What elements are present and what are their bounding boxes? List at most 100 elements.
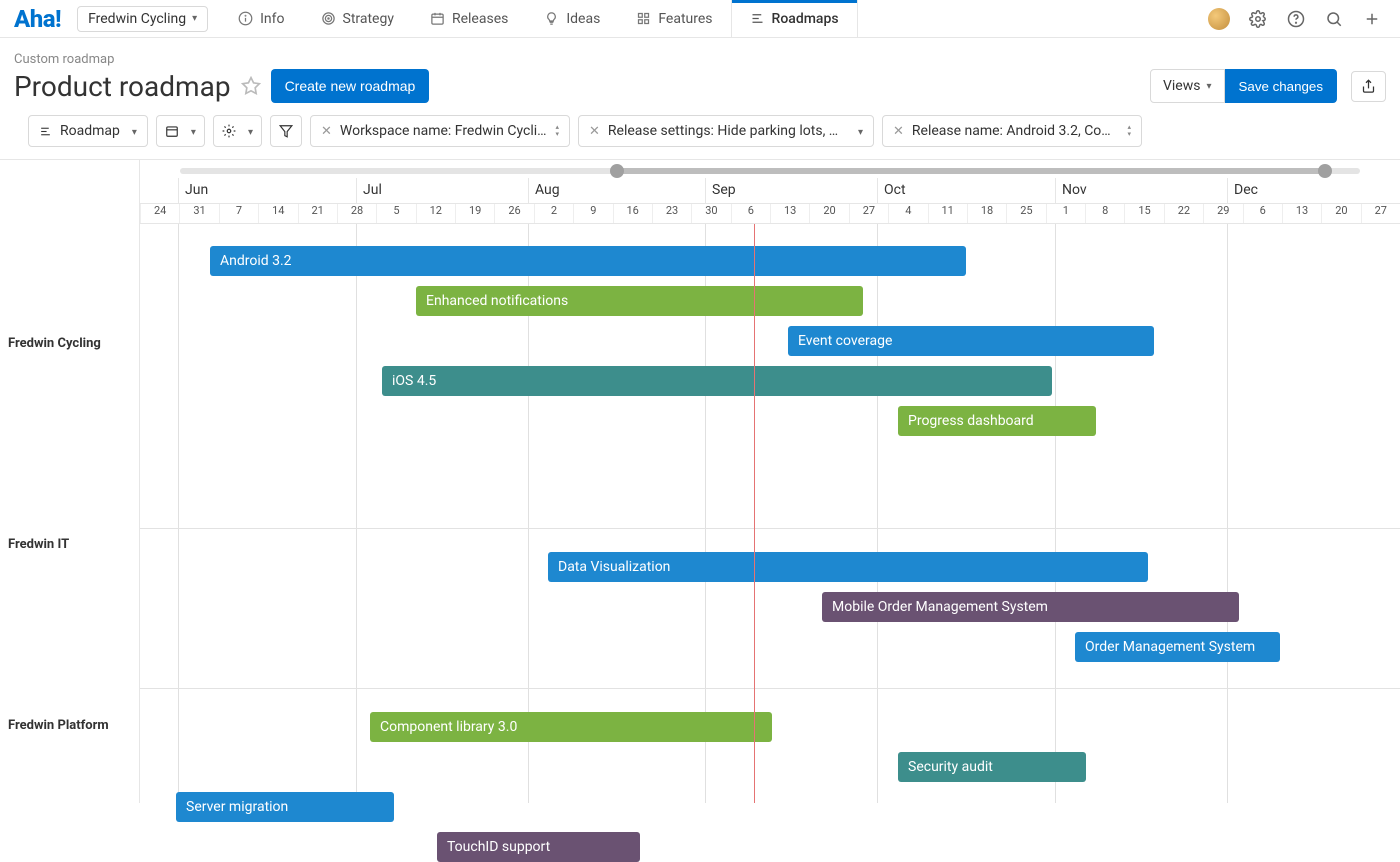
- date-range-slider[interactable]: [180, 168, 1360, 174]
- day-label: 15: [1124, 204, 1163, 223]
- top-nav: Aha! Fredwin Cycling ▾ Info Strategy Rel…: [0, 0, 1400, 38]
- lightbulb-icon: [544, 11, 559, 26]
- tab-releases[interactable]: Releases: [412, 0, 526, 37]
- filter-icon: [279, 124, 293, 138]
- nav-right: [1208, 8, 1400, 30]
- day-label: 13: [770, 204, 809, 223]
- month-label: Jun: [178, 178, 356, 203]
- tab-ideas[interactable]: Ideas: [526, 0, 618, 37]
- filter-release-settings[interactable]: ✕ Release settings: Hide parking lots, H…: [578, 115, 874, 147]
- gantt-bar[interactable]: Component library 3.0: [370, 712, 772, 742]
- gantt-bar[interactable]: Enhanced notifications: [416, 286, 863, 316]
- gantt-bar[interactable]: Data Visualization: [548, 552, 1148, 582]
- day-label: 28: [337, 204, 376, 223]
- month-label: Dec: [1227, 178, 1400, 203]
- gantt-bar[interactable]: Order Management System: [1075, 632, 1280, 662]
- aha-logo: Aha!: [0, 5, 77, 33]
- day-label: 6: [1243, 204, 1282, 223]
- chevron-down-icon: [854, 123, 863, 139]
- gantt-bar[interactable]: iOS 4.5: [382, 366, 1052, 396]
- filter-workspace[interactable]: ✕ Workspace name: Fredwin Cycling, Fr… ▴…: [310, 115, 570, 147]
- roadmap-icon: [750, 11, 765, 26]
- gantt-bar[interactable]: Server migration: [176, 792, 394, 822]
- range-handle-end[interactable]: [1318, 164, 1332, 178]
- day-label: 30: [691, 204, 730, 223]
- views-label: Views: [1163, 78, 1201, 94]
- month-label: Jul: [356, 178, 528, 203]
- star-icon[interactable]: [241, 76, 261, 96]
- day-label: 22: [1164, 204, 1203, 223]
- month-label: Aug: [528, 178, 705, 203]
- range-handle-start[interactable]: [610, 164, 624, 178]
- date-range-button[interactable]: [156, 115, 205, 147]
- today-indicator: [754, 224, 755, 803]
- nav-tabs: Info Strategy Releases Ideas Features: [220, 0, 857, 37]
- filter-row: Roadmap ✕ Workspace name: Fredwin Cyclin…: [14, 103, 1386, 159]
- views-dropdown[interactable]: Views ▾: [1150, 69, 1225, 103]
- group-label: Fredwin Platform: [8, 718, 132, 733]
- share-button[interactable]: [1351, 71, 1386, 102]
- page-title: Product roadmap: [14, 70, 231, 103]
- months-row: JunJulAugSepOctNovDec: [140, 178, 1400, 204]
- roadmap-dropdown[interactable]: Roadmap: [28, 115, 148, 147]
- roadmap-label: Roadmap: [60, 123, 120, 139]
- breadcrumb: Custom roadmap: [14, 52, 1386, 67]
- timeline: Fredwin CyclingFredwin ITFredwin Platfor…: [0, 159, 1400, 803]
- chevron-down-icon: [244, 123, 253, 139]
- day-label: 11: [928, 204, 967, 223]
- day-label: 20: [809, 204, 848, 223]
- plus-icon[interactable]: [1362, 9, 1382, 29]
- calendar-icon: [165, 124, 179, 138]
- gantt-bar[interactable]: TouchID support: [437, 832, 640, 862]
- filter-label: Workspace name: Fredwin Cycling, Fr…: [340, 123, 548, 139]
- day-label: 20: [1321, 204, 1360, 223]
- gantt-bar[interactable]: Mobile Order Management System: [822, 592, 1239, 622]
- filter-button[interactable]: [270, 115, 302, 147]
- help-icon[interactable]: [1286, 9, 1306, 29]
- tab-roadmaps[interactable]: Roadmaps: [731, 0, 858, 37]
- chevron-down-icon: ▾: [1206, 81, 1211, 92]
- day-label: 26: [494, 204, 533, 223]
- day-label: 14: [258, 204, 297, 223]
- day-label: 6: [731, 204, 770, 223]
- gantt-bar[interactable]: Android 3.2: [210, 246, 966, 276]
- day-label: 16: [613, 204, 652, 223]
- month-label: Nov: [1055, 178, 1227, 203]
- tab-label: Features: [658, 11, 712, 27]
- tab-features[interactable]: Features: [618, 0, 730, 37]
- gear-icon: [222, 124, 236, 138]
- header-actions: Views ▾ Save changes: [1150, 69, 1386, 103]
- day-label: 25: [1006, 204, 1045, 223]
- day-label: 31: [179, 204, 218, 223]
- tab-label: Ideas: [566, 11, 600, 27]
- day-label: 21: [298, 204, 337, 223]
- day-label: 9: [573, 204, 612, 223]
- list-icon: [39, 125, 52, 138]
- clear-icon[interactable]: ✕: [893, 124, 904, 139]
- clear-icon[interactable]: ✕: [589, 124, 600, 139]
- chevron-down-icon: [187, 123, 196, 139]
- gantt-bar[interactable]: Security audit: [898, 752, 1086, 782]
- gantt-bar[interactable]: Progress dashboard: [898, 406, 1096, 436]
- create-roadmap-button[interactable]: Create new roadmap: [271, 69, 430, 103]
- gantt-bar[interactable]: Event coverage: [788, 326, 1154, 356]
- page-header: Custom roadmap Product roadmap Create ne…: [0, 38, 1400, 159]
- workspace-switcher[interactable]: Fredwin Cycling ▾: [77, 6, 208, 32]
- clear-icon[interactable]: ✕: [321, 124, 332, 139]
- day-label: 4: [888, 204, 927, 223]
- workspace-name: Fredwin Cycling: [88, 11, 186, 27]
- title-row: Product roadmap Create new roadmap Views…: [14, 69, 1386, 103]
- day-label: 5: [376, 204, 415, 223]
- tab-strategy[interactable]: Strategy: [303, 0, 412, 37]
- gear-icon[interactable]: [1248, 9, 1268, 29]
- day-label: 23: [652, 204, 691, 223]
- settings-dropdown[interactable]: [213, 115, 262, 147]
- days-row: 2431714212851219262916233061320274111825…: [140, 204, 1400, 224]
- day-label: 7: [219, 204, 258, 223]
- group-label: Fredwin Cycling: [8, 336, 132, 351]
- avatar[interactable]: [1208, 8, 1230, 30]
- save-button[interactable]: Save changes: [1225, 69, 1337, 103]
- search-icon[interactable]: [1324, 9, 1344, 29]
- tab-info[interactable]: Info: [220, 0, 302, 37]
- filter-release-name[interactable]: ✕ Release name: Android 3.2, Compone… ▴▾: [882, 115, 1142, 147]
